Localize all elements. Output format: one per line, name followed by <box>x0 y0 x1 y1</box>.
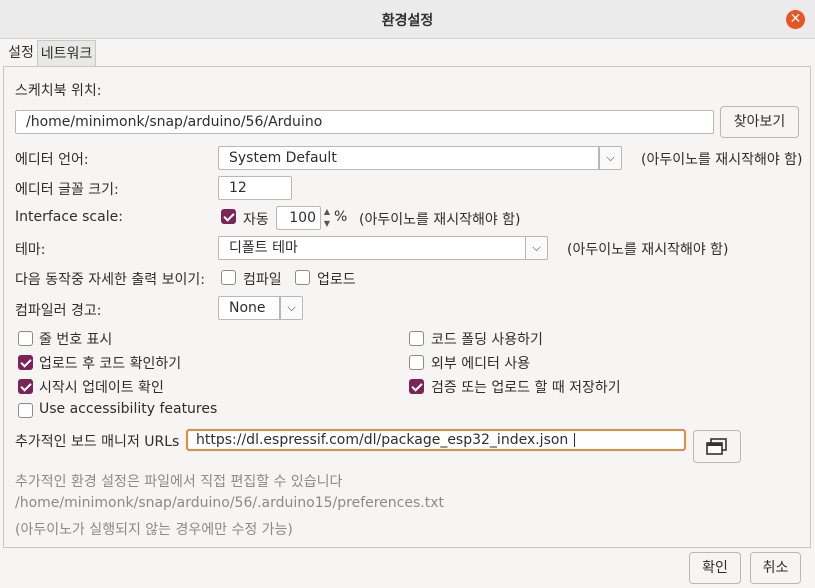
tab-network[interactable]: 네트워크 <box>37 40 96 66</box>
prefs-note-line1: 추가적인 환경 설정은 파일에서 직접 편집할 수 있습니다 <box>15 474 343 490</box>
board-urls-edit-button[interactable] <box>693 430 741 463</box>
close-icon[interactable]: ✕ <box>786 10 805 29</box>
accessibility-label: Use accessibility features <box>39 401 218 417</box>
text-cursor <box>574 433 576 447</box>
font-size-label: 에디터 글꼴 크기: <box>15 182 119 198</box>
compiler-warnings-select[interactable]: None <box>218 296 280 320</box>
sketchbook-label: 스케치북 위치: <box>15 83 102 99</box>
editor-language-note: (아두이노를 재시작해야 함) <box>641 152 803 168</box>
window-icon <box>706 438 727 455</box>
cancel-button[interactable]: 취소 <box>750 552 801 584</box>
verbose-compile-label: 컴파일 <box>243 272 282 288</box>
auto-scale-label: 자동 <box>243 212 269 228</box>
chevron-down-icon[interactable]: ⌵ <box>280 296 303 320</box>
font-size-field[interactable]: 12 <box>218 176 292 200</box>
line-numbers-label: 줄 번호 표시 <box>39 332 113 348</box>
prefs-note-line3: (아두이노가 실행되지 않는 경우에만 수정 가능) <box>15 522 293 538</box>
spin-down-icon[interactable]: ▼ <box>322 218 332 229</box>
board-urls-label: 추가적인 보드 매니저 URLs <box>15 434 180 450</box>
code-folding-checkbox[interactable] <box>409 331 424 346</box>
tab-settings[interactable]: 설정 <box>6 40 36 66</box>
external-editor-checkbox[interactable] <box>409 355 424 370</box>
auto-scale-checkbox[interactable] <box>221 209 236 224</box>
title-bar: 환경설정 ✕ <box>0 0 815 39</box>
theme-note: (아두이노를 재시작해야 함) <box>567 242 729 258</box>
check-updates-label: 시작시 업데이트 확인 <box>39 380 164 396</box>
verbose-label: 다음 동작중 자세한 출력 보이기: <box>15 272 205 288</box>
code-folding-label: 코드 폴딩 사용하기 <box>431 332 543 348</box>
editor-language-select[interactable]: System Default <box>218 146 599 170</box>
verbose-upload-checkbox[interactable] <box>295 270 310 285</box>
interface-scale-note: (아두이노를 재시작해야 함) <box>359 212 521 228</box>
verify-after-upload-checkbox[interactable] <box>18 355 33 370</box>
theme-label: 테마: <box>15 242 46 258</box>
scale-value-field[interactable]: 100 <box>276 206 321 230</box>
sketchbook-path-field[interactable]: /home/minimonk/snap/arduino/56/Arduino <box>15 110 714 134</box>
board-urls-value: https://dl.espressif.com/dl/package_esp3… <box>196 432 569 448</box>
line-numbers-checkbox[interactable] <box>18 331 33 346</box>
chevron-down-icon[interactable]: ⌵ <box>525 236 548 260</box>
board-urls-field[interactable]: https://dl.espressif.com/dl/package_esp3… <box>186 429 686 451</box>
chevron-down-icon[interactable]: ⌵ <box>599 146 622 170</box>
check-updates-checkbox[interactable] <box>18 379 33 394</box>
editor-language-label: 에디터 언어: <box>15 152 89 168</box>
scale-unit: % <box>334 209 348 225</box>
verbose-compile-checkbox[interactable] <box>221 270 236 285</box>
save-on-verify-label: 검증 또는 업로드 할 때 저장하기 <box>431 380 621 396</box>
theme-select[interactable]: 디폴트 테마 <box>218 236 526 260</box>
browse-button[interactable]: 찾아보기 <box>720 106 799 138</box>
ok-button[interactable]: 확인 <box>689 552 741 584</box>
spin-up-icon[interactable]: ▲ <box>322 206 332 217</box>
save-on-verify-checkbox[interactable] <box>409 379 424 394</box>
window-title: 환경설정 <box>381 13 434 29</box>
prefs-path: /home/minimonk/snap/arduino/56/.arduino1… <box>15 495 444 511</box>
accessibility-checkbox[interactable] <box>18 403 33 418</box>
verify-after-upload-label: 업로드 후 코드 확인하기 <box>39 356 182 372</box>
external-editor-label: 외부 에디터 사용 <box>431 356 531 372</box>
interface-scale-label: Interface scale: <box>15 209 123 225</box>
verbose-upload-label: 업로드 <box>317 272 356 288</box>
compiler-warnings-label: 컴파일러 경고: <box>15 303 102 319</box>
